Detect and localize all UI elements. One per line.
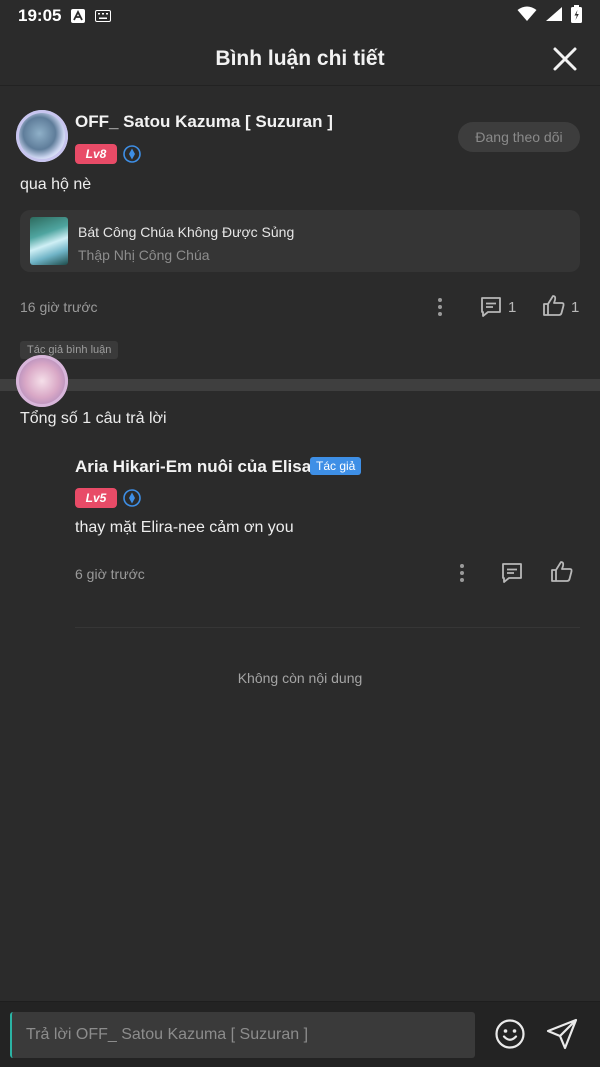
verified-icon xyxy=(123,145,141,163)
close-icon[interactable] xyxy=(552,46,578,72)
book-subtitle: Thập Nhị Công Chúa xyxy=(78,247,210,263)
status-time: 19:05 xyxy=(18,6,62,25)
avatar[interactable] xyxy=(16,110,68,162)
signal-icon xyxy=(545,6,563,27)
reply-input[interactable] xyxy=(10,1012,475,1058)
reply-to-reply-icon[interactable] xyxy=(500,561,524,585)
like-icon[interactable] xyxy=(542,294,566,318)
like-count: 1 xyxy=(571,299,580,316)
page-title: Bình luận chi tiết xyxy=(215,46,385,70)
book-title: Bát Công Chúa Không Được Sủng xyxy=(78,224,295,240)
reply-count: 1 xyxy=(508,299,517,316)
comment-time: 16 giờ trước xyxy=(20,299,98,315)
reply-level-badge: Lv5 xyxy=(75,488,117,508)
header: Bình luận chi tiết xyxy=(0,32,600,86)
reply-bar xyxy=(0,1001,600,1067)
send-icon[interactable] xyxy=(546,1018,578,1050)
book-card[interactable]: Bát Công Chúa Không Được Sủng Thập Nhị C… xyxy=(20,210,580,272)
reply-avatar[interactable] xyxy=(16,355,68,407)
comment-username[interactable]: OFF_ Satou Kazuma [ Suzuran ] xyxy=(75,112,333,132)
reply-time: 6 giờ trước xyxy=(75,566,145,582)
author-tag: Tác giả xyxy=(310,457,362,475)
book-cover-image xyxy=(30,217,68,265)
level-badge: Lv8 xyxy=(75,144,117,164)
section-divider xyxy=(0,379,600,391)
more-options-icon[interactable] xyxy=(428,295,452,319)
reply-verified-icon xyxy=(123,489,141,507)
emoji-icon[interactable] xyxy=(494,1018,526,1050)
keyboard-icon xyxy=(95,10,112,22)
reply-more-options-icon[interactable] xyxy=(450,561,474,585)
reply-comment-icon[interactable] xyxy=(479,295,503,319)
battery-icon xyxy=(571,4,582,28)
follow-button[interactable]: Đang theo dõi xyxy=(458,122,580,152)
reply-like-icon[interactable] xyxy=(550,560,574,584)
end-of-content-text: Không còn nội dung xyxy=(237,670,363,686)
reply-text: thay mặt Elira-nee cảm ơn you xyxy=(75,519,294,536)
reply-divider xyxy=(75,627,580,628)
notification-a-icon xyxy=(71,9,86,23)
replies-total: Tổng số 1 câu trả lời xyxy=(20,410,167,427)
wifi-icon xyxy=(517,6,537,27)
reply-username[interactable]: Aria Hikari-Em nuôi của Elisa xyxy=(75,457,311,477)
comment-text: qua hộ nè xyxy=(20,176,92,193)
status-bar: 19:05 xyxy=(0,0,600,32)
